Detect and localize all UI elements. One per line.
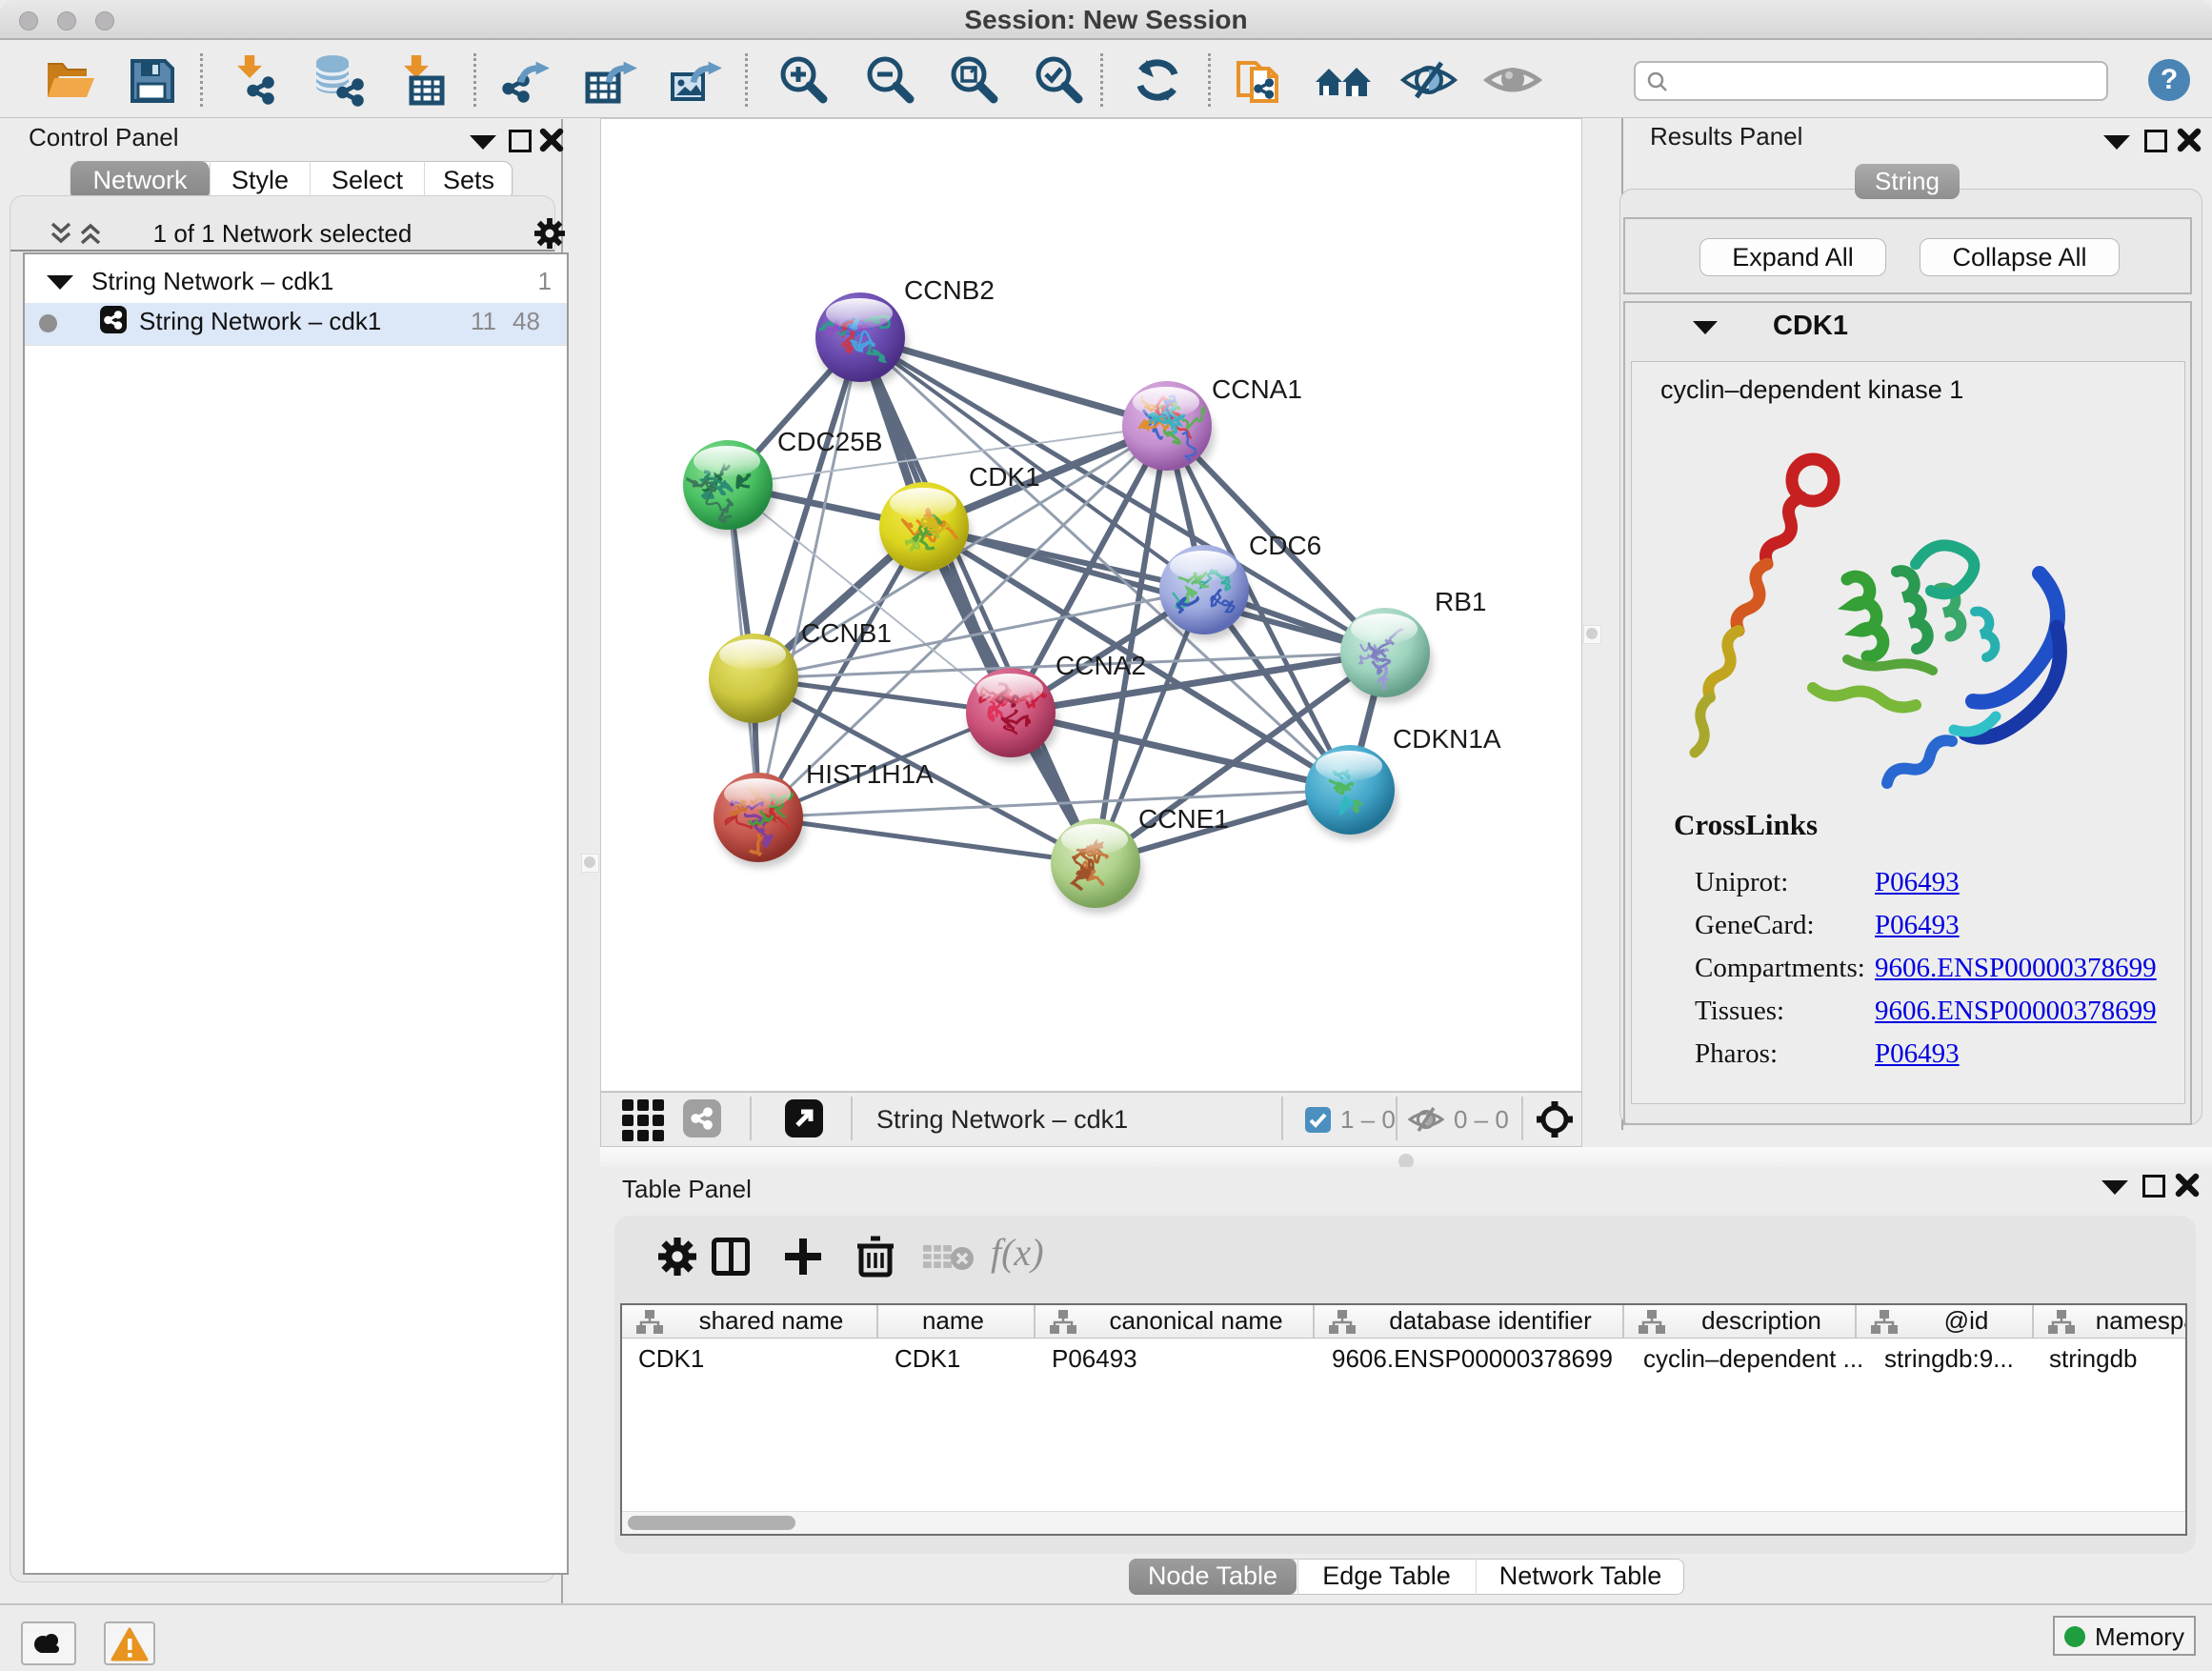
svg-text:CCNA1: CCNA1 bbox=[1212, 374, 1302, 404]
svg-text:CDKN1A: CDKN1A bbox=[1393, 724, 1501, 754]
svg-text:HIST1H1A: HIST1H1A bbox=[806, 759, 934, 789]
svg-text:CCNB1: CCNB1 bbox=[801, 618, 892, 648]
svg-text:RB1: RB1 bbox=[1435, 587, 1486, 616]
svg-text:CCNB2: CCNB2 bbox=[904, 275, 995, 305]
svg-text:CDC6: CDC6 bbox=[1249, 531, 1321, 560]
svg-text:CCNA2: CCNA2 bbox=[1056, 651, 1146, 680]
svg-text:CDK1: CDK1 bbox=[969, 462, 1040, 492]
svg-text:CCNE1: CCNE1 bbox=[1138, 804, 1229, 834]
svg-text:?: ? bbox=[2161, 64, 2178, 95]
svg-text:CDC25B: CDC25B bbox=[777, 427, 882, 456]
